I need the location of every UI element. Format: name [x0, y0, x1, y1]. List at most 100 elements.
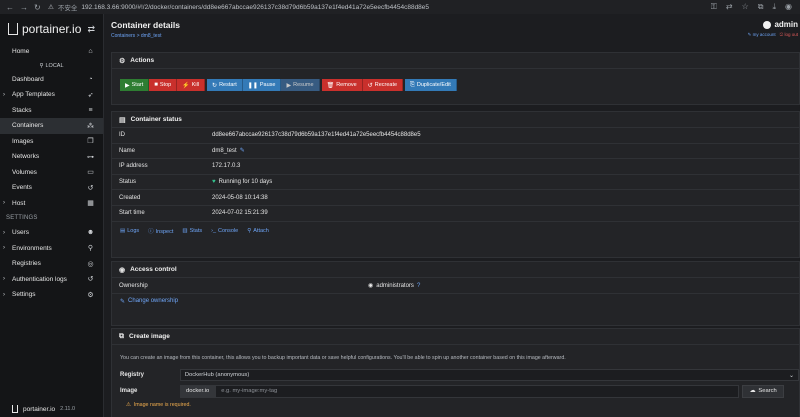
- resume-icon: ▶: [286, 82, 292, 89]
- container-status-card: ▤ Container status ID dd8ee667abccae92613…: [111, 111, 800, 258]
- image-registry-prefix: docker.io: [180, 384, 216, 398]
- translate-icon[interactable]: ⇄: [726, 2, 733, 12]
- sidebar-item-stacks[interactable]: Stacks ≡: [0, 103, 103, 119]
- download-icon[interactable]: ⤓: [772, 2, 776, 12]
- status-value-text: 172.17.0.3: [212, 163, 241, 170]
- sidebar-item-volumes[interactable]: Volumes ▭: [0, 165, 103, 181]
- change-ownership-link[interactable]: ✎ Change ownership: [112, 294, 799, 308]
- extensions-icon[interactable]: ⧉: [758, 2, 764, 12]
- kill-icon: ⚡: [182, 82, 190, 89]
- sidebar-item-events[interactable]: Events ↺: [0, 180, 103, 196]
- start-button[interactable]: ▶ Start: [120, 79, 150, 91]
- link-label: Console: [218, 228, 239, 235]
- search-button[interactable]: ☁ Search: [742, 384, 785, 398]
- url-text[interactable]: 192.168.3.66:9000/#!/2/docker/containers…: [81, 4, 429, 11]
- sidebar-item-authentication-logs[interactable]: › Authentication logs ↺: [0, 272, 103, 288]
- inspect-link[interactable]: ⓘ Inspect: [148, 227, 173, 235]
- sidebar-item-registries[interactable]: Registries ◎: [0, 256, 103, 272]
- status-row-id: ID dd8ee667abccae926137c38d79d6b59a137e1f…: [112, 128, 799, 144]
- recreate-button[interactable]: ↺ Recreate: [362, 79, 404, 91]
- sidebar-item-label: Events: [12, 184, 32, 192]
- stats-link[interactable]: ▥ Stats: [182, 228, 202, 234]
- sidebar-item-dashboard[interactable]: Dashboard ◔: [0, 72, 103, 88]
- sidebar-item-containers[interactable]: Containers ⁂: [0, 118, 103, 134]
- chevron-right-icon: ›: [3, 200, 5, 207]
- sidebar-item-label: Host: [12, 199, 26, 207]
- clone-icon: ⧉: [119, 332, 124, 340]
- user-links: ✎ my account ⎋ log out: [748, 32, 798, 38]
- registry-select[interactable]: DockerHub (anonymous) ⌄: [179, 369, 799, 381]
- actions-title: Actions: [130, 57, 155, 64]
- footer-brand: portainer.io: [23, 405, 56, 413]
- console-link[interactable]: ›_ Console: [211, 228, 238, 234]
- access-header: ◉ Access control: [112, 262, 799, 278]
- sidebar-item-home[interactable]: Home ⌂: [0, 44, 103, 60]
- heartbeat-icon: ♥: [212, 179, 216, 186]
- status-value-text: 2024-05-08 10:14:38: [212, 194, 268, 201]
- kill-button[interactable]: ⚡ Kill: [177, 79, 206, 91]
- pause-icon: ❚❚: [247, 82, 258, 89]
- sidebar-item-images[interactable]: Images ❐: [0, 134, 103, 150]
- status-value: 2024-07-02 15:21:39: [212, 210, 268, 216]
- sidebar-item-users[interactable]: › Users ☻: [0, 225, 103, 241]
- swap-icon[interactable]: ⇄: [87, 24, 95, 35]
- logs-icon: ▤: [120, 228, 126, 235]
- status-value: 172.17.0.3: [212, 163, 240, 169]
- forward-icon[interactable]: →: [20, 3, 28, 12]
- create-image-card: ⧉ Create image You can create an image f…: [111, 328, 800, 417]
- sidebar-footer: portainer.io 2.11.0: [0, 403, 104, 415]
- key-icon[interactable]: ⚿: [711, 2, 717, 12]
- remove-button[interactable]: 🗑 Remove: [321, 79, 363, 91]
- ownership-row: Ownership ◉ administrators ?: [112, 278, 799, 294]
- back-icon[interactable]: ←: [6, 3, 14, 12]
- question-icon[interactable]: ?: [417, 283, 420, 289]
- edit-icon[interactable]: ✎: [240, 147, 245, 154]
- status-key: Created: [119, 194, 141, 201]
- attach-link[interactable]: ⚲ Attach: [247, 228, 269, 234]
- hdd-icon: ▭: [87, 169, 94, 177]
- breadcrumb: Containers > dm8_test: [111, 33, 793, 39]
- status-key: Name: [119, 147, 136, 154]
- status-row-start-time: Start time 2024-07-02 15:21:39: [112, 206, 799, 222]
- sidebar-item-environments[interactable]: › Environments ⚲: [0, 241, 103, 257]
- image-name-input[interactable]: e.g. my-image:my-tag: [215, 384, 740, 398]
- log-out-link[interactable]: ⎋ log out: [780, 32, 798, 38]
- action-buttons: ▶ Start ■ Stop ⚡ Kill ↻ Restart ❚❚ Pause ▶ Resume 🗑 R…: [112, 69, 799, 101]
- image-row: Image docker.io e.g. my-image:my-tag ☁ S…: [112, 383, 799, 399]
- warning-icon: ⚠: [126, 402, 131, 408]
- logs-link[interactable]: ▤ Logs: [120, 228, 139, 234]
- sidebar-item-app-templates[interactable]: › App Templates ➶: [0, 87, 103, 103]
- cogs-icon: ⚙: [87, 291, 94, 299]
- breadcrumb-containers[interactable]: Containers: [111, 33, 135, 39]
- stop-button[interactable]: ■ Stop: [149, 79, 178, 91]
- sidebar-item-label: Dashboard: [12, 75, 44, 83]
- stack-icon: ≡: [88, 106, 93, 114]
- environment-name: LOCAL: [45, 62, 64, 69]
- create-image-header: ⧉ Create image: [112, 329, 799, 345]
- brand[interactable]: portainer.io ⇄: [0, 14, 103, 44]
- server-icon: ▤: [119, 116, 126, 124]
- image-warning: ⚠ Image name is required.: [112, 399, 799, 411]
- link-label: Attach: [253, 228, 269, 235]
- resume-button[interactable]: ▶ Resume: [281, 79, 320, 91]
- my-account-link[interactable]: ✎ my account: [748, 32, 776, 38]
- pause-button[interactable]: ❚❚ Pause: [242, 79, 282, 91]
- sidebar-item-host[interactable]: › Host ▦: [0, 196, 103, 212]
- restart-button[interactable]: ↻ Restart: [207, 79, 243, 91]
- status-table: ID dd8ee667abccae926137c38d79d6b59a137e1f…: [112, 128, 799, 222]
- duplicate-edit-button[interactable]: ⎘ Duplicate/Edit: [405, 79, 457, 91]
- user-menu[interactable]: admin: [763, 20, 798, 29]
- portainer-logo-icon: [8, 23, 18, 35]
- ownership-text: administrators: [376, 282, 414, 289]
- profile-icon[interactable]: ◉: [785, 2, 792, 12]
- star-icon[interactable]: ☆: [742, 2, 749, 12]
- sidebar-item-networks[interactable]: Networks ⊶: [0, 149, 103, 165]
- ownership-label: Ownership: [119, 282, 148, 289]
- sidebar-item-settings[interactable]: › Settings ⚙: [0, 287, 103, 303]
- reload-icon[interactable]: ↻: [34, 3, 41, 12]
- actions-card: ⚙ Actions ▶ Start ■ Stop ⚡ Kill ↻ Restart ❚❚ Paus…: [111, 52, 800, 105]
- address-bar[interactable]: ⚠ 不安全 192.168.3.66:9000/#!/2/docker/cont…: [48, 2, 711, 13]
- browser-bar: ← → ↻ ⚠ 不安全 192.168.3.66:9000/#!/2/docke…: [0, 0, 800, 14]
- sidebar-item-label: Environments: [12, 244, 52, 252]
- sidebar-item-label: Users: [12, 229, 29, 237]
